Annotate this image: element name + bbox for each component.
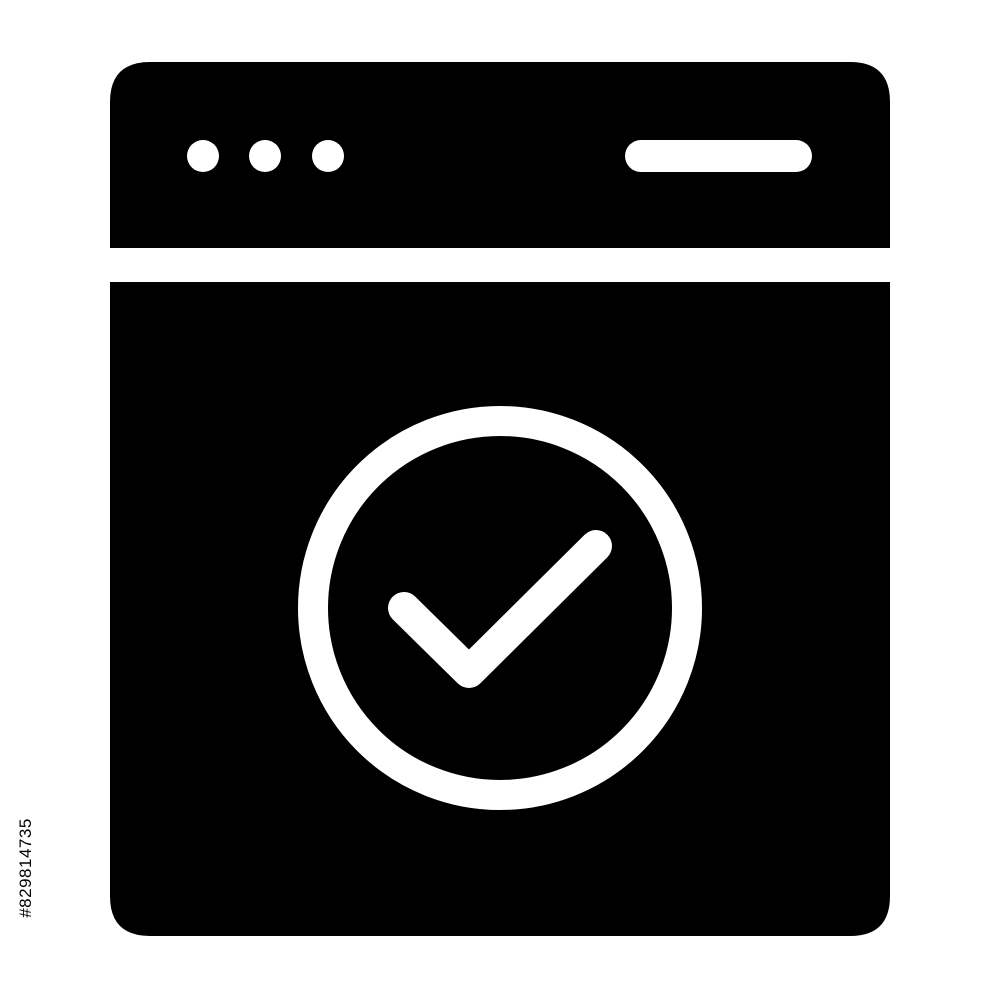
address-bar [625, 140, 812, 172]
window-body [110, 282, 890, 936]
window-control-dots [187, 140, 344, 172]
browser-window-checkmark-icon [110, 62, 890, 936]
window-dot-2 [249, 140, 281, 172]
window-dot-3 [312, 140, 344, 172]
stock-id-label: #829814735 [16, 818, 35, 918]
window-dot-1 [187, 140, 219, 172]
